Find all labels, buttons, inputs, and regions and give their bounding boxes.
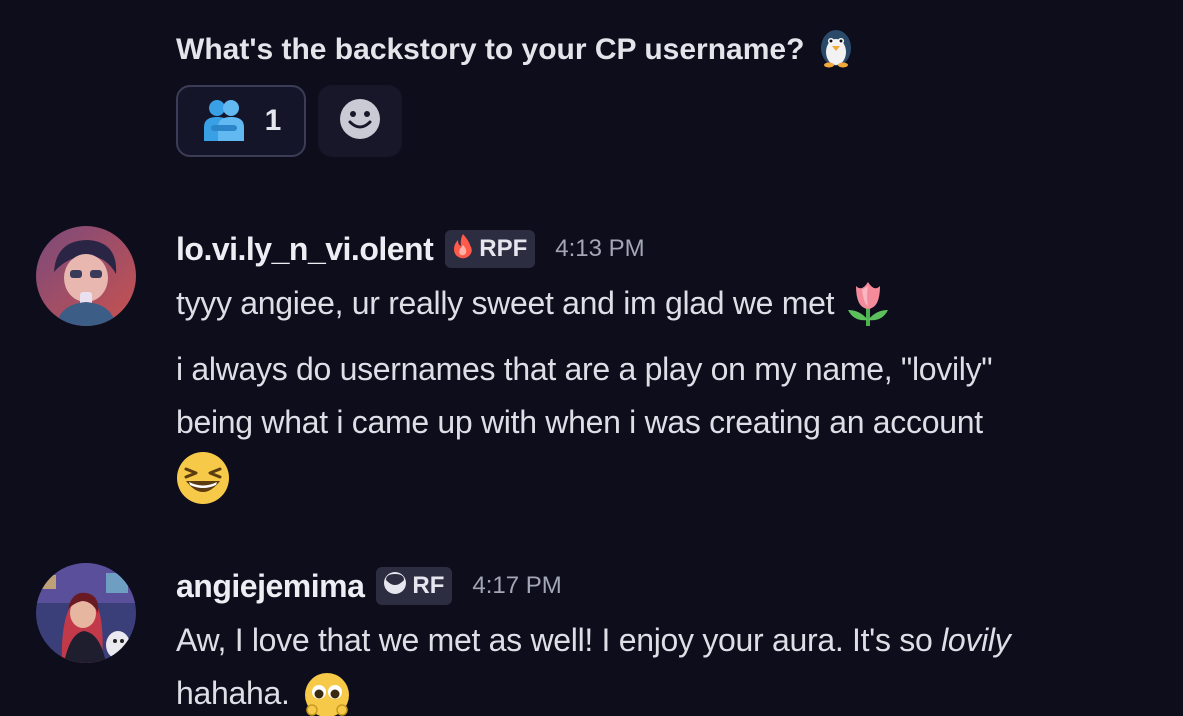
avatar[interactable]	[36, 226, 136, 326]
reaction-button-hug[interactable]: 1	[176, 85, 306, 157]
message-text: tyyy angiee, ur really sweet and im glad…	[176, 284, 835, 321]
previous-message-text: What's the backstory to your CP username…	[176, 24, 858, 76]
message-text-italic: lovily	[941, 621, 1011, 658]
message-line: Aw, I love that we met as well! I enjoy …	[176, 617, 1011, 663]
tulip-emoji	[846, 278, 890, 328]
avatar[interactable]	[36, 563, 136, 663]
message-line: i always do usernames that are a play on…	[176, 346, 993, 392]
message-header: angiejemima RF 4:17 PM	[176, 563, 562, 609]
username[interactable]: lo.vi.ly_n_vi.olent	[176, 231, 434, 268]
chat-messages: What's the backstory to your CP username…	[0, 0, 1183, 716]
server-tag[interactable]: RF	[376, 567, 453, 605]
message-text: hahaha.	[176, 674, 290, 711]
server-tag-label: RF	[412, 572, 445, 599]
shy-face-emoji	[302, 670, 352, 716]
message-text: being what i came up with when i was cre…	[176, 403, 983, 440]
server-tag-label: RPF	[479, 235, 528, 262]
timestamp: 4:13 PM	[555, 235, 645, 262]
message-line	[174, 452, 232, 509]
timestamp: 4:17 PM	[472, 572, 562, 599]
smiley-add-reaction-icon	[338, 97, 382, 146]
message-header: lo.vi.ly_n_vi.olent RPF 4:13 PM	[176, 226, 645, 272]
reaction-count: 1	[264, 104, 282, 137]
penguin-emoji	[814, 24, 858, 76]
server-tag[interactable]: RPF	[445, 230, 536, 268]
people-hugging-icon	[201, 97, 247, 146]
message-text: i always do usernames that are a play on…	[176, 350, 993, 387]
message-text: Aw, I love that we met as well! I enjoy …	[176, 621, 942, 658]
reactions-bar: 1	[176, 85, 402, 157]
message-line: hahaha.	[176, 670, 352, 716]
message-line: tyyy angiee, ur really sweet and im glad…	[176, 280, 890, 326]
username[interactable]: angiejemima	[176, 568, 365, 605]
fire-icon	[451, 233, 475, 266]
laughing-emoji	[174, 451, 232, 513]
moon-icon	[382, 570, 408, 603]
message-text: What's the backstory to your CP username…	[176, 33, 805, 66]
message-line: being what i came up with when i was cre…	[176, 399, 983, 445]
add-reaction-button[interactable]	[318, 85, 402, 157]
